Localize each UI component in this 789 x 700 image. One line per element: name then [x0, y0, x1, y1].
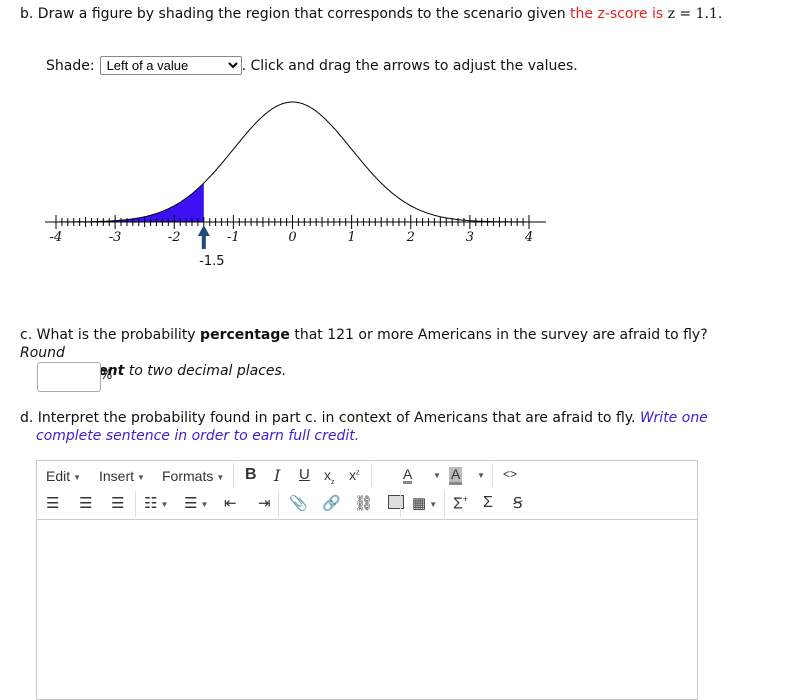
handle-value: -1.5: [199, 254, 225, 269]
text: Round: [20, 345, 65, 361]
part-d-question: d. Interpret the probability found in pa…: [20, 409, 720, 445]
align-left-icon[interactable]: ☰: [46, 494, 59, 512]
insert-menu[interactable]: Insert ▼: [99, 468, 145, 484]
image-icon[interactable]: [388, 495, 404, 509]
tick-label: 0: [288, 230, 297, 245]
z-value: z = 1.1.: [667, 6, 723, 22]
text: percentage: [200, 327, 290, 343]
align-center-icon[interactable]: ☰: [79, 494, 92, 512]
rich-text-editor: Edit ▼ Insert ▼ Formats ▼ B I U xz xz A ▼ A ▼…: [36, 460, 698, 700]
caret-down-icon[interactable]: ▼: [477, 471, 485, 480]
part-b-question: b. Draw a figure by shading the region t…: [20, 6, 722, 22]
percent-answer-input[interactable]: [37, 362, 101, 392]
shade-select[interactable]: Left of a value: [99, 56, 242, 75]
align-right-icon[interactable]: ☰: [111, 494, 124, 512]
caret-down-icon[interactable]: ▼: [433, 471, 441, 480]
tick-label: -1: [227, 230, 240, 245]
tick-label: -3: [108, 230, 122, 245]
axis-ticks: [55, 215, 530, 229]
indent-icon[interactable]: ⇥: [258, 494, 271, 512]
drag-handle[interactable]: [197, 225, 210, 249]
unlink-icon[interactable]: ⛓: [354, 494, 373, 512]
menu-label: Insert: [99, 468, 135, 484]
drag-instructions: . Click and drag the arrows to adjust th…: [241, 57, 578, 74]
link-icon[interactable]: 🔗: [322, 494, 341, 512]
normal-curve-plot: [45, 101, 546, 249]
text: c. What is the probability: [20, 327, 201, 343]
source-code-icon[interactable]: <>: [503, 467, 517, 481]
caret-down-icon: ▼: [216, 472, 225, 482]
menu-label: Edit: [46, 468, 71, 484]
tick-label: -2: [167, 230, 181, 245]
arrow-stem[interactable]: [201, 235, 206, 249]
special-char-icon[interactable]: Ꞩ: [513, 494, 523, 512]
sum-icon[interactable]: Σ: [483, 494, 493, 512]
shade-row: Shade: Left of a value . Click and drag …: [46, 56, 578, 75]
part-c-question: c. What is the probability percentage th…: [20, 326, 720, 380]
tick-label: 3: [465, 230, 475, 245]
formats-menu[interactable]: Formats ▼: [162, 468, 224, 484]
attachment-icon[interactable]: 📎: [289, 494, 308, 512]
normal-curve: [56, 101, 529, 223]
text: d. Interpret the probability found in pa…: [20, 410, 640, 426]
outdent-icon[interactable]: ⇤: [224, 494, 237, 512]
text: that 121 or more Americans in the survey…: [289, 327, 708, 343]
tick-label: 4: [524, 230, 534, 245]
menu-label: Formats: [162, 468, 214, 484]
caret-down-icon: ▼: [137, 472, 145, 482]
arrow-up-icon[interactable]: [197, 225, 210, 236]
text-color-icon[interactable]: A: [403, 467, 413, 484]
sum-plus-icon[interactable]: Σ+: [453, 494, 468, 513]
tick-label: 1: [347, 230, 356, 245]
text: Write one: [639, 410, 708, 426]
underline-icon[interactable]: U: [299, 466, 310, 483]
background-color-icon[interactable]: A: [449, 467, 463, 485]
editor-toolbar: Edit ▼ Insert ▼ Formats ▼ B I U xz xz A ▼ A ▼…: [37, 461, 697, 520]
text: to two decimal places.: [124, 363, 287, 379]
italic-icon[interactable]: I: [274, 466, 280, 485]
numbered-list-icon[interactable]: ☰ ▼: [184, 494, 208, 512]
question-text: b. Draw a figure by shading the region t…: [20, 6, 571, 22]
shaded-region: [56, 183, 204, 222]
shade-label: Shade:: [46, 57, 95, 74]
superscript-icon[interactable]: xz: [349, 467, 360, 483]
bullet-list-icon[interactable]: ☷ ▼: [144, 494, 168, 512]
editor-content-area[interactable]: [37, 520, 697, 700]
edit-menu[interactable]: Edit ▼: [46, 468, 81, 484]
percent-unit: %: [100, 368, 113, 383]
tick-label: 2: [406, 230, 415, 245]
caret-down-icon: ▼: [73, 472, 82, 482]
table-icon[interactable]: ▦ ▼: [412, 494, 437, 512]
bold-icon[interactable]: B: [245, 466, 257, 484]
subscript-icon[interactable]: xz: [324, 467, 335, 486]
text: complete sentence in order to earn full …: [36, 428, 360, 444]
highlight-text: the z-score is: [570, 6, 668, 22]
tick-label: -4: [49, 230, 63, 245]
